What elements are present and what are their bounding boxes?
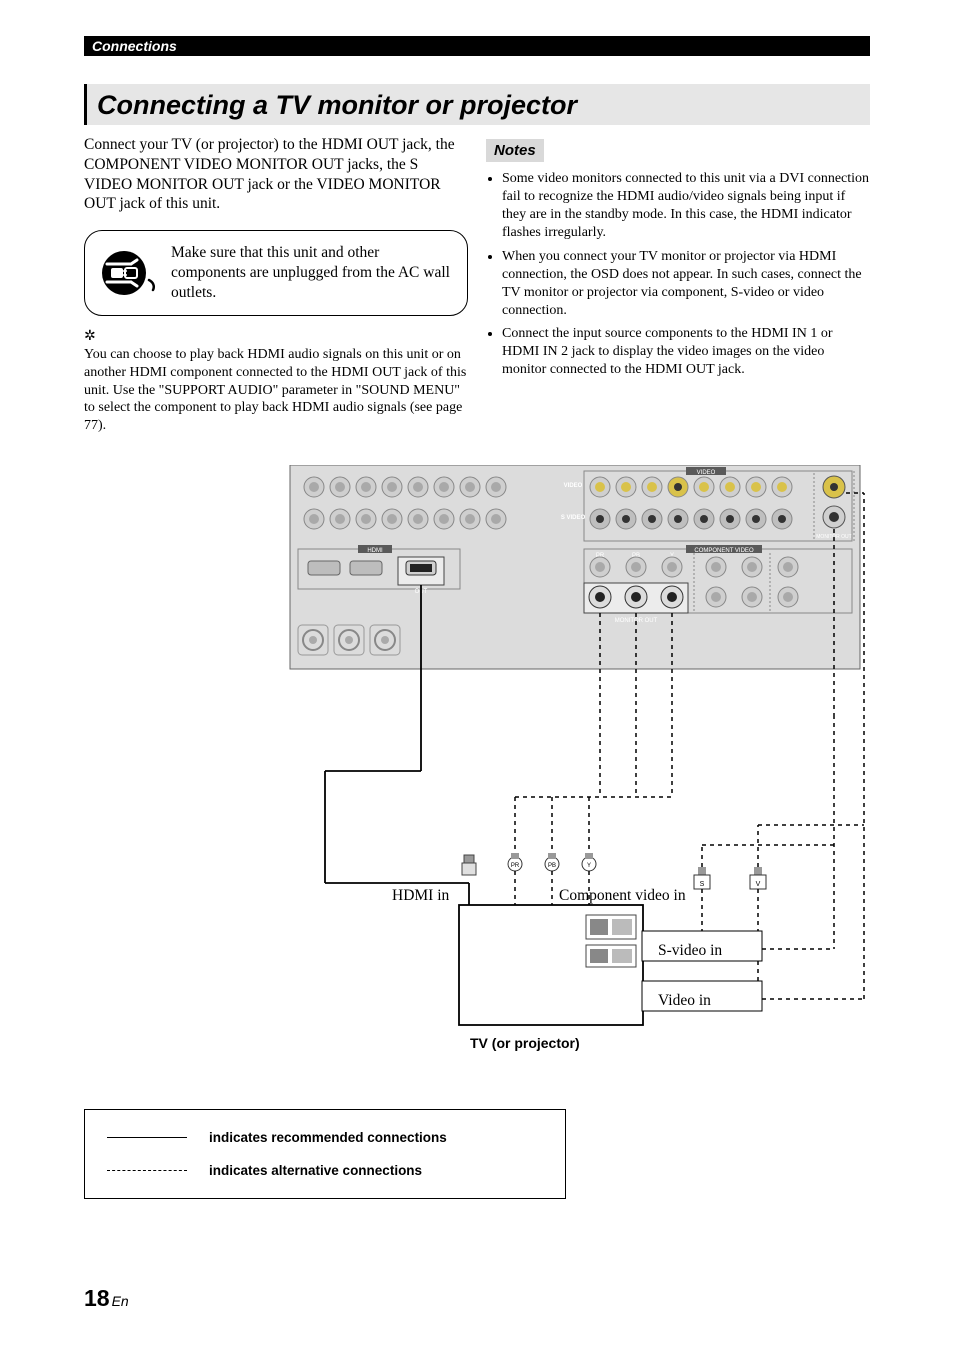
cable-label-pr: PR — [511, 863, 520, 869]
two-column-body: Connect your TV (or projector) to the HD… — [84, 135, 870, 435]
section-title: Connecting a TV monitor or projector — [97, 90, 860, 121]
page-number: 18 — [84, 1285, 110, 1311]
hint-paragraph: You can choose to play back HDMI audio s… — [84, 346, 468, 436]
notes-label: Notes — [486, 139, 544, 162]
diagram-label-tv: TV (or projector) — [470, 1035, 580, 1051]
page-footer: 18En — [84, 1285, 129, 1312]
diagram-label-video-in: Video in — [658, 992, 711, 1010]
cable-label-pb: PB — [548, 863, 556, 869]
cable-label-y: Y — [587, 863, 591, 869]
legend-row-alternative: indicates alternative connections — [107, 1163, 543, 1178]
legend-row-recommended: indicates recommended connections — [107, 1130, 543, 1145]
diagram-svg: VIDEO VIDEO — [254, 465, 890, 1085]
panel-label-video-group: VIDEO — [697, 470, 716, 476]
connection-diagram: VIDEO VIDEO — [254, 465, 890, 1085]
page: Connections Connecting a TV monitor or p… — [0, 0, 954, 1348]
notes-list: Some video monitors connected to this un… — [486, 170, 870, 379]
note-item: Some video monitors connected to this un… — [502, 170, 870, 242]
intro-paragraph: Connect your TV (or projector) to the HD… — [84, 135, 468, 214]
page-lang: En — [110, 1293, 129, 1309]
unplug-icon — [101, 250, 157, 296]
diagram-label-hdmi-in: HDMI in — [392, 887, 449, 905]
cable-label-s: S — [700, 881, 705, 888]
note-item: When you connect your TV monitor or proj… — [502, 248, 870, 320]
legend-text-alternative: indicates alternative connections — [209, 1163, 422, 1178]
left-column: Connect your TV (or projector) to the HD… — [84, 135, 468, 435]
legend-text-recommended: indicates recommended connections — [209, 1130, 447, 1145]
legend-dashed-line-icon — [107, 1170, 187, 1171]
panel-label-video-row: VIDEO — [564, 483, 583, 489]
panel-label-svideo-row: S VIDEO — [561, 515, 586, 521]
section-title-wrap: Connecting a TV monitor or projector — [84, 84, 870, 125]
note-item: Connect the input source components to t… — [502, 325, 870, 379]
panel-label-component: COMPONENT VIDEO — [694, 548, 754, 554]
caution-text: Make sure that this unit and other compo… — [171, 243, 451, 302]
caution-box: Make sure that this unit and other compo… — [84, 230, 468, 315]
cable-label-v: V — [756, 881, 761, 888]
breadcrumb: Connections — [84, 36, 870, 56]
legend-solid-line-icon — [107, 1137, 187, 1138]
right-column: Notes Some video monitors connected to t… — [486, 135, 870, 435]
panel-label-hdmi: HDMI — [367, 548, 383, 554]
diagram-label-svideo-in: S-video in — [658, 942, 722, 960]
legend-box: indicates recommended connections indica… — [84, 1109, 566, 1199]
hint-icon: ✲ — [84, 328, 468, 346]
diagram-label-component-in: Component video in — [559, 887, 686, 905]
